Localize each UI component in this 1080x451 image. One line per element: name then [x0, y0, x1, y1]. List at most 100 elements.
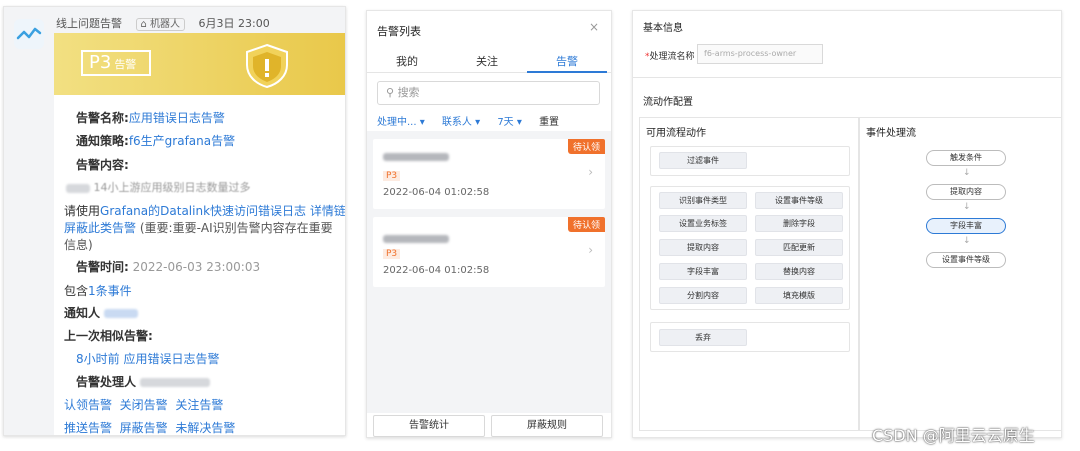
claim-alert-link[interactable]: 认领告警: [64, 398, 112, 412]
actions-row-2: 推送告警 屏蔽告警 未解决告警: [64, 419, 235, 435]
events-prefix: 包含: [64, 284, 89, 298]
notify-label: 通知人: [64, 306, 101, 320]
redacted-handler: [139, 378, 210, 387]
actions-row-1: 认领告警 关闭告警 关注告警: [64, 396, 223, 413]
process-config-panel: 基本信息 *处理流名称 f6-arms-process-owner 流动作配置 …: [632, 10, 1062, 438]
search-icon: ⚲: [386, 86, 395, 99]
action-chip[interactable]: 设置业务标签: [659, 215, 747, 232]
redacted-alert-name: [383, 235, 449, 243]
datalink-link[interactable]: Grafana的Datalink快速访问错误日志: [100, 204, 306, 218]
policy-link[interactable]: f6生产grafana告警: [129, 134, 235, 148]
tab-bar: 我的 关注 告警: [367, 49, 611, 73]
time-value: 2022-06-03 23:00:03: [132, 260, 261, 274]
action-chip[interactable]: 替换内容: [755, 263, 843, 280]
action-chip[interactable]: 提取内容: [659, 239, 747, 256]
flow-node-selected[interactable]: 字段丰富: [926, 218, 1006, 234]
prev-alert-link[interactable]: 8小时前 应用错误日志告警: [76, 350, 219, 367]
flow-node[interactable]: 触发条件: [926, 150, 1006, 166]
arrow-down-icon: ↓: [963, 168, 971, 178]
policy-row: 通知策略:f6生产grafana告警: [76, 132, 235, 149]
robot-tag: ⌂ 机器人: [135, 18, 186, 31]
robot-label: 机器人: [150, 19, 181, 30]
prev-alert-label: 上一次相似告警:: [64, 329, 153, 343]
content-value: 14小上游应用级别日志数量过多: [93, 181, 251, 194]
alert-stats-button[interactable]: 告警统计: [373, 415, 485, 437]
follow-alert-link[interactable]: 关注告警: [175, 398, 223, 412]
redacted-user: [103, 309, 138, 318]
search-input[interactable]: ⚲ 搜索: [377, 81, 600, 105]
action-chip[interactable]: 删除字段: [755, 215, 843, 232]
action-chip[interactable]: 匹配更新: [755, 239, 843, 256]
action-chip[interactable]: 过滤事件: [659, 152, 747, 169]
action-chip[interactable]: 字段丰富: [659, 263, 747, 280]
alert-time: 2022-06-04 01:02:58: [383, 187, 490, 198]
events-link[interactable]: 1条事件: [88, 284, 132, 298]
tab-alerts[interactable]: 告警: [527, 53, 607, 69]
flow-config-title: 流动作配置: [643, 97, 693, 108]
action-chip[interactable]: 填充模版: [755, 287, 843, 304]
mute-alert-link[interactable]: 屏蔽告警: [120, 421, 168, 435]
action-chip[interactable]: 设置事件等级: [755, 192, 843, 209]
list-item[interactable]: 待认领 P3 2022-06-04 01:02:58 ›: [373, 139, 605, 209]
time-row: 告警时间: 2022-06-03 23:00:03: [76, 258, 260, 275]
watermark: CSDN @阿里云云原生: [872, 426, 1035, 445]
hint-note-2: 信息): [64, 238, 93, 252]
status-filter[interactable]: 处理中... ▾: [377, 117, 425, 128]
push-alert-link[interactable]: 推送告警: [64, 421, 112, 435]
event-flow-column: 事件处理流 触发条件 ↓ 提取内容 ↓ 字段丰富 ↓ 设置事件等级: [859, 117, 1061, 431]
reset-button[interactable]: 重置: [539, 117, 559, 128]
alert-list: 待认领 P3 2022-06-04 01:02:58 › 待认领 P3 2022…: [367, 131, 611, 413]
alert-name-link[interactable]: 应用错误日志告警: [129, 111, 225, 125]
handler-label: 告警处理人: [76, 375, 137, 389]
shield-warning-icon: [246, 43, 288, 89]
list-item[interactable]: 待认领 P3 2022-06-04 01:02:58 ›: [373, 217, 605, 287]
handler-row: 告警处理人: [76, 373, 210, 390]
group-name: 线上问题告警: [56, 17, 122, 30]
action-group: 识别事件类型 设置事件等级 设置业务标签 删除字段 提取内容 匹配更新 字段丰富…: [650, 186, 850, 310]
action-chip[interactable]: 识别事件类型: [659, 192, 747, 209]
available-actions-title: 可用流程动作: [646, 128, 706, 139]
events-row: 包含1条事件: [64, 282, 132, 299]
level-suffix: 告警: [114, 58, 137, 71]
flow-name-input[interactable]: f6-arms-process-owner: [697, 44, 823, 64]
unresolved-alert-link[interactable]: 未解决告警: [175, 421, 235, 435]
close-icon[interactable]: ×: [589, 20, 599, 34]
level-badge: P3 告警: [81, 50, 151, 76]
alert-time: 2022-06-04 01:02:58: [383, 265, 490, 276]
action-group: 丢弃: [650, 322, 850, 352]
message-date: 6月3日 23:00: [198, 17, 270, 30]
alert-card: P3 告警 告警名称:应用错误日志告警 通知策略:f6生产grafana告警 告警…: [54, 33, 345, 435]
contact-filter[interactable]: 联系人 ▾: [442, 117, 480, 128]
tab-mine[interactable]: 我的: [367, 53, 447, 69]
action-chip[interactable]: 分割内容: [659, 287, 747, 304]
hint-row: 请使用Grafana的Datalink快速访问错误日志 详情链接: [64, 202, 345, 219]
active-tab-indicator: [527, 71, 607, 73]
footer-bar: 告警统计 屏蔽规则: [367, 413, 611, 437]
panel-title: 告警列表: [377, 25, 421, 38]
chevron-right-icon: ›: [588, 165, 593, 179]
tab-following[interactable]: 关注: [447, 53, 527, 69]
flow-node[interactable]: 设置事件等级: [926, 252, 1006, 268]
flow-name-label-text: 处理流名称: [649, 52, 695, 62]
shield-alert-link[interactable]: 屏蔽此类告警: [64, 221, 136, 235]
arrow-down-icon: ↓: [963, 236, 971, 246]
content-row: 14小上游应用级别日志数量过多: [66, 179, 251, 195]
close-alert-link[interactable]: 关闭告警: [120, 398, 168, 412]
status-badge: 待认领: [567, 139, 605, 154]
date-range-filter[interactable]: 7天 ▾: [497, 117, 522, 128]
hint-row-2: 屏蔽此类告警 (重要:重要-AI识别告警内容存在重要: [64, 219, 333, 236]
mute-rules-button[interactable]: 屏蔽规则: [491, 415, 603, 437]
status-badge: 待认领: [567, 217, 605, 232]
detail-link[interactable]: 详情链接: [310, 204, 345, 218]
level-tag: P3: [383, 249, 401, 259]
message-header: 线上问题告警 ⌂ 机器人 6月3日 23:00: [56, 15, 280, 31]
flow-node[interactable]: 提取内容: [926, 184, 1006, 200]
robot-icon: ⌂: [140, 19, 147, 30]
arrow-down-icon: ↓: [963, 202, 971, 212]
filter-bar: 处理中... ▾ 联系人 ▾ 7天 ▾ 重置: [377, 113, 607, 128]
alert-list-panel: 告警列表 × 我的 关注 告警 ⚲ 搜索 处理中... ▾ 联系人 ▾ 7天 ▾…: [366, 10, 612, 438]
redacted-alert-name: [383, 153, 449, 161]
content-label: 告警内容:: [76, 158, 129, 172]
action-chip[interactable]: 丢弃: [659, 329, 747, 346]
alert-name-row: 告警名称:应用错误日志告警: [76, 109, 225, 126]
